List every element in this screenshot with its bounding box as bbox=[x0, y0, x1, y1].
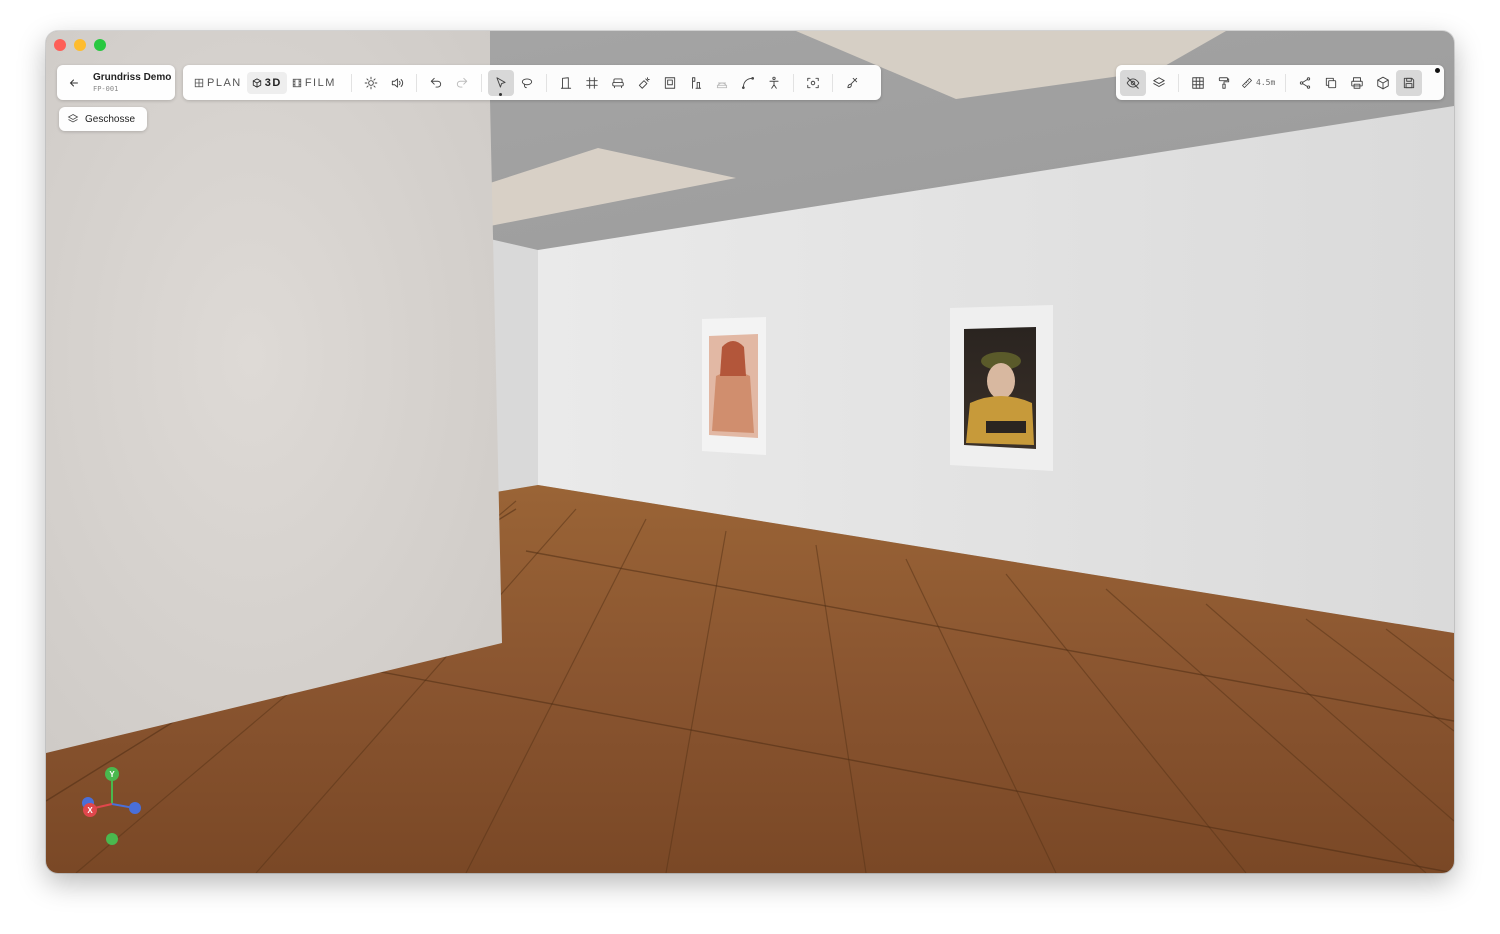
mode-film-button[interactable]: FILM bbox=[287, 72, 341, 94]
select-cursor-icon bbox=[496, 76, 506, 88]
grid-tool-button[interactable] bbox=[579, 70, 605, 96]
mode-plan-label: PLAN bbox=[207, 76, 242, 89]
paint-roller-icon bbox=[1218, 76, 1230, 89]
mode-plan-button[interactable]: PLAN bbox=[189, 72, 247, 94]
door-tool-button[interactable] bbox=[553, 70, 579, 96]
back-button[interactable] bbox=[65, 74, 83, 92]
grid-hash-icon bbox=[586, 76, 598, 89]
mode-film-label: FILM bbox=[304, 76, 336, 89]
axis-y-label: Y bbox=[109, 770, 115, 779]
seat-icon bbox=[612, 77, 624, 88]
spray-icon bbox=[638, 76, 650, 89]
film-icon bbox=[292, 78, 301, 87]
redo-button[interactable] bbox=[449, 70, 475, 96]
floors-label: Geschosse bbox=[85, 113, 136, 125]
undo-icon bbox=[430, 77, 441, 88]
active-indicator bbox=[498, 92, 502, 96]
print-button[interactable] bbox=[1344, 70, 1370, 96]
separator bbox=[480, 73, 482, 92]
spray-tool-button[interactable] bbox=[631, 70, 657, 96]
person-icon bbox=[769, 76, 779, 89]
ruler-icon bbox=[1241, 77, 1253, 88]
gradient-icon bbox=[716, 82, 728, 88]
grid-icon bbox=[194, 78, 204, 87]
layers-icon bbox=[1153, 76, 1165, 87]
gradient-tool-button[interactable] bbox=[709, 70, 735, 96]
share-icon bbox=[1300, 76, 1311, 89]
sound-icon bbox=[391, 77, 403, 88]
export-3d-button[interactable] bbox=[1370, 70, 1396, 96]
project-panel: Grundriss Demo FP-001 bbox=[57, 65, 175, 100]
copy-icon bbox=[1326, 77, 1337, 88]
mode-3d-button[interactable]: 3D bbox=[246, 71, 287, 94]
3d-viewport[interactable]: Y X bbox=[46, 31, 1454, 873]
paint-roller-button[interactable] bbox=[1211, 70, 1237, 96]
lasso-tool-button[interactable] bbox=[514, 70, 540, 96]
axis-y-handle-bottom[interactable] bbox=[106, 833, 118, 845]
sound-button[interactable] bbox=[384, 70, 410, 96]
redo-icon bbox=[456, 77, 468, 88]
measure-value: 4.5m bbox=[1256, 78, 1276, 87]
share-button[interactable] bbox=[1292, 70, 1318, 96]
layers-icon bbox=[67, 114, 79, 123]
axis-x-label: X bbox=[87, 806, 93, 815]
separator bbox=[831, 73, 833, 92]
separator bbox=[350, 73, 352, 92]
frame-tool-button[interactable] bbox=[657, 70, 683, 96]
separator bbox=[545, 73, 547, 92]
separator bbox=[1285, 73, 1287, 92]
curve-icon bbox=[741, 76, 754, 89]
arrow-left-icon bbox=[69, 79, 78, 86]
window-close-button[interactable] bbox=[54, 39, 66, 51]
visibility-toggle-button[interactable] bbox=[1120, 69, 1146, 96]
camera-focus-icon bbox=[807, 77, 819, 88]
mode-3d-label: 3D bbox=[264, 76, 282, 89]
window-minimize-button[interactable] bbox=[74, 39, 86, 51]
lasso-icon bbox=[521, 77, 533, 88]
brush-icon bbox=[847, 77, 858, 88]
frame-icon bbox=[664, 76, 676, 89]
project-code: FP-001 bbox=[93, 85, 119, 93]
curve-tool-button[interactable] bbox=[735, 70, 761, 96]
axis-z-handle[interactable] bbox=[129, 802, 141, 814]
print-icon bbox=[1351, 76, 1363, 89]
unsaved-indicator bbox=[1435, 68, 1440, 73]
table-button[interactable] bbox=[1185, 70, 1211, 96]
window-zoom-button[interactable] bbox=[94, 39, 106, 51]
separator bbox=[792, 73, 794, 92]
person-tool-button[interactable] bbox=[761, 70, 787, 96]
sculpture-tool-button[interactable] bbox=[683, 70, 709, 96]
table-icon bbox=[1192, 76, 1204, 89]
brush-tool-button[interactable] bbox=[839, 70, 865, 96]
door-icon bbox=[560, 76, 572, 89]
project-name: Grundriss Demo bbox=[93, 72, 172, 83]
painting-woman[interactable] bbox=[702, 317, 766, 455]
eye-off-icon bbox=[1126, 76, 1140, 89]
layers-button[interactable] bbox=[1146, 70, 1172, 96]
light-icon bbox=[364, 76, 378, 89]
separator bbox=[1178, 73, 1179, 92]
undo-button[interactable] bbox=[423, 70, 449, 96]
save-button[interactable] bbox=[1396, 69, 1423, 96]
cube-icon bbox=[252, 77, 261, 88]
floors-button[interactable]: Geschosse bbox=[59, 107, 147, 131]
right-toolbar: 4.5m bbox=[1116, 65, 1444, 100]
camera-focus-button[interactable] bbox=[800, 70, 826, 96]
measure-button[interactable]: 4.5m bbox=[1237, 70, 1279, 96]
painting-portrait[interactable] bbox=[950, 305, 1053, 471]
seat-tool-button[interactable] bbox=[605, 70, 631, 96]
save-icon bbox=[1404, 77, 1415, 88]
light-button[interactable] bbox=[358, 70, 384, 96]
main-toolbar: PLAN 3D FILM bbox=[183, 65, 881, 100]
front-wall bbox=[46, 31, 502, 753]
box-3d-icon bbox=[1377, 76, 1389, 89]
copy-button[interactable] bbox=[1318, 70, 1344, 96]
sculpture-icon bbox=[691, 76, 702, 89]
app-window: Y X Grundriss Demo FP-001 PLAN 3D FILM 4… bbox=[46, 31, 1454, 873]
separator bbox=[415, 73, 417, 92]
select-tool-button[interactable] bbox=[487, 69, 514, 96]
